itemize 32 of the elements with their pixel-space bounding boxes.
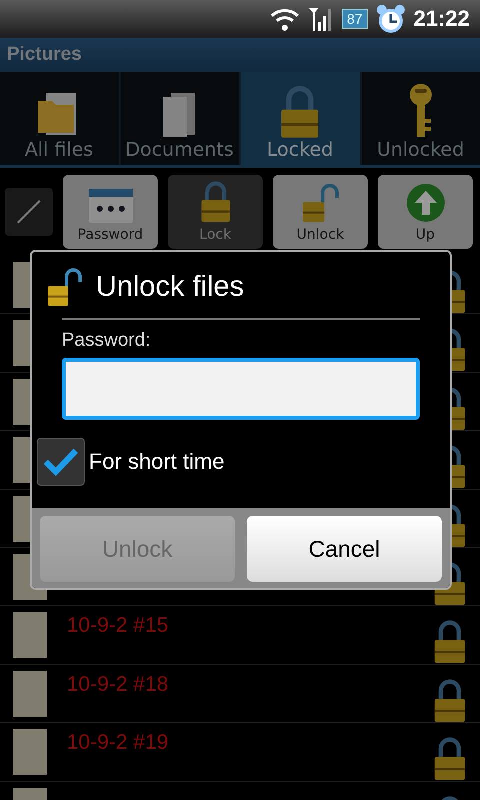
- unlock-button[interactable]: Unlock: [273, 175, 368, 249]
- tab-label: Locked: [267, 139, 334, 161]
- photo-placeholder: [13, 670, 47, 717]
- tab-label: All files: [25, 139, 94, 161]
- password-field[interactable]: [62, 358, 420, 420]
- file-name: 10-9-2 #18: [67, 672, 170, 697]
- tab[interactable]: All files: [0, 72, 118, 165]
- photo-placeholder: [13, 729, 47, 776]
- app-title: Pictures: [7, 44, 82, 66]
- checkbox-label: For short time: [89, 449, 225, 475]
- password-card-icon: [88, 189, 132, 223]
- tab[interactable]: Documents: [120, 72, 239, 165]
- field-label: Password:: [62, 330, 152, 352]
- up-button[interactable]: Up: [378, 175, 473, 249]
- battery-level: 87: [342, 9, 368, 29]
- padlock-icon: [198, 179, 232, 223]
- checkbox[interactable]: [37, 438, 85, 486]
- open-padlock-icon: [302, 183, 338, 223]
- clock-time: 21:22: [414, 6, 470, 32]
- file-name: 10-9-2 #19: [67, 730, 170, 756]
- dialog-title: Unlock files: [96, 270, 244, 304]
- dialog-button[interactable]: Cancel: [247, 516, 442, 582]
- file-name: 10-9-2 #15: [67, 613, 170, 638]
- tab[interactable]: Unlocked: [362, 72, 480, 165]
- select-toggle[interactable]: [5, 188, 53, 236]
- alarm-clock-icon: [376, 4, 406, 34]
- tab[interactable]: Locked: [241, 72, 360, 165]
- tab-label: Documents: [126, 139, 234, 161]
- tab-label: Unlocked: [377, 139, 464, 161]
- photo-placeholder: [13, 612, 47, 658]
- open-padlock-icon: [48, 267, 82, 307]
- password-button[interactable]: Password: [63, 175, 158, 249]
